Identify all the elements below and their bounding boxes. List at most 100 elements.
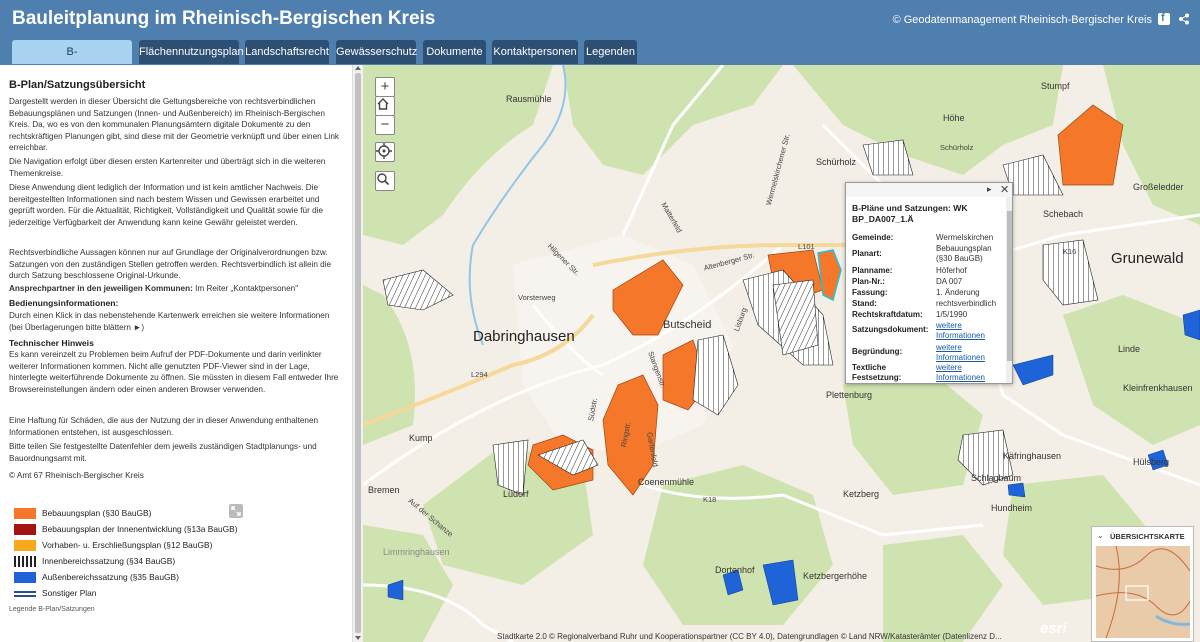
home-button[interactable] [375, 96, 395, 116]
map-label: L101 [798, 242, 815, 251]
map-label: Schlagbaum [971, 473, 1022, 483]
legend-label: Bebauungsplan der Innenentwicklung (§13a… [42, 524, 238, 534]
map-label: Großeledder [1133, 182, 1184, 192]
tab-legenden[interactable]: Legenden [584, 40, 637, 64]
legend-box: Bebauungsplan (§30 BauGB) Bebauungsplan … [7, 495, 243, 607]
map-attribution: Stadtkarte 2.0 © Regionalverband Ruhr un… [497, 632, 1002, 641]
popup-value: 1. Änderung [936, 288, 980, 297]
sidebar-scrollbar[interactable] [352, 65, 363, 642]
zoom-in-button[interactable]: + [375, 77, 395, 97]
popup-key: Stand: [852, 299, 877, 308]
scroll-down-arrow-icon[interactable] [355, 636, 361, 640]
legend-label: Bebauungsplan (§30 BauGB) [42, 508, 152, 518]
facebook-icon[interactable] [1158, 12, 1170, 25]
tab-kontaktpersonen[interactable]: Kontaktpersonen [492, 40, 578, 64]
map-label: Ketzberg [843, 489, 880, 499]
map-label: L294 [471, 370, 488, 379]
tab-landschaftsrecht[interactable]: Landschaftsrecht [245, 40, 329, 64]
tab-flaechennutzungsplan[interactable]: Flächennutzungsplan [139, 40, 244, 64]
expand-icon[interactable] [229, 504, 243, 518]
usage-paragraph: Durch einen Klick in das nebenstehende K… [9, 311, 330, 332]
usage-heading: Bedienungsinformationen: [9, 298, 119, 308]
map-label: Kleinfrenkhausen [1123, 383, 1193, 393]
popup-key: Plan-Nr.: [852, 277, 885, 286]
intro-paragraph: Dargestellt werden in dieser Übersicht d… [9, 97, 339, 153]
popup-value: DA 007 [936, 277, 963, 286]
map-label: Limmringhausen [383, 547, 450, 557]
sidebar-panel: B-Plan/Satzungsübersicht Dargestellt wer… [0, 65, 352, 642]
legend-label: Innenbereichssatzung (§34 BauGB) [42, 556, 176, 566]
legend-footer: Legende B-Plan/Satzungen [9, 606, 95, 613]
popup-key: Begründung: [852, 347, 903, 356]
map-view[interactable]: Rausmühle Wermelskirchener Str. Schürhol… [363, 65, 1200, 642]
popup-key: Planart: [852, 249, 882, 258]
search-button[interactable] [375, 171, 395, 191]
scrollbar-thumb[interactable] [355, 73, 361, 633]
feature-popup: ▸ ✕ B-Pläne und Satzungen: WK BP_DA007_1… [845, 182, 1013, 384]
overview-map[interactable] [1096, 546, 1190, 638]
map-label: Linde [1118, 344, 1141, 354]
popup-key: Rechtskraftdatum: [852, 310, 923, 319]
legend-swatch [14, 508, 36, 519]
map-label: Höhe [943, 113, 965, 123]
tech-paragraph: Es kann vereinzelt zu Problemen beim Auf… [9, 350, 339, 394]
popup-scrollbar[interactable] [1006, 197, 1012, 383]
crosshair-icon [376, 143, 392, 159]
begruendung-link[interactable]: weitere Informationen [936, 343, 1006, 363]
map-label: Hülsberg [1133, 457, 1170, 467]
popup-value: Wermelskirchen [936, 233, 994, 242]
popup-key: Textliche Festsetzung: [852, 363, 902, 382]
tab-dokumente[interactable]: Dokumente [423, 40, 486, 64]
next-feature-icon[interactable]: ▸ [987, 184, 992, 195]
legend-swatch [14, 524, 36, 535]
overview-title[interactable]: ÜBERSICHTSKARTE [1110, 532, 1185, 541]
legend-label: Außenbereichssatzung (§35 BauGB) [42, 572, 179, 582]
satzungsdokument-link[interactable]: weitere Informationen [936, 321, 1006, 341]
tab-bplan[interactable]: B-Plan/Satzungsübersicht [12, 40, 132, 82]
map-label: Schebach [1043, 209, 1084, 219]
map-label: Dabringhausen [473, 328, 575, 345]
locate-button[interactable] [375, 142, 395, 162]
share-icon[interactable] [1178, 13, 1190, 25]
popup-toolbar: ▸ ✕ [846, 183, 1012, 197]
close-icon[interactable]: ✕ [1000, 183, 1009, 196]
zoom-out-button[interactable]: − [375, 115, 395, 135]
legend-label: Sonstiger Plan [42, 588, 97, 598]
legend-swatch [14, 588, 36, 599]
map-label: Plettenburg [826, 390, 873, 400]
map-label: Schürholz [816, 157, 857, 167]
tab-gewaesserschutz[interactable]: Gewässerschutz [336, 40, 417, 64]
legal-paragraph: Rechtsverbindliche Aussagen können nur a… [9, 248, 332, 281]
scroll-up-arrow-icon[interactable] [355, 66, 361, 70]
app-header: Bauleitplanung im Rheinisch-Bergischen K… [0, 0, 1200, 40]
map-label: Lüdorf [503, 489, 529, 499]
amt-copyright: © Amt 67 Rheinisch-Bergischer Kreis [9, 471, 144, 480]
contact-label: Ansprechpartner in den jeweiligen Kommun… [9, 284, 193, 293]
legend-swatch [14, 572, 36, 583]
legend-swatch [14, 556, 36, 567]
popup-scrollbar-thumb[interactable] [1007, 211, 1012, 361]
legend-swatch [14, 540, 36, 551]
copyright-text: © Geodatenmanagement Rheinisch-Bergische… [892, 14, 1152, 26]
legend-label: Vorhaben- u. Erschließungsplan (§12 BauG… [42, 540, 213, 550]
map-label: Butscheid [663, 319, 712, 331]
map-label: Käfringhausen [1003, 451, 1062, 461]
search-icon [377, 173, 390, 186]
esri-logo: esri [1040, 620, 1067, 637]
map-label: Vorsterweg [518, 293, 556, 302]
chevron-down-icon[interactable]: ⌄ [1097, 531, 1104, 540]
popup-value: Höferhof [936, 266, 967, 275]
map-label: Dortenhof [715, 565, 755, 575]
map-label: Hundheim [991, 503, 1033, 513]
home-icon [377, 98, 389, 110]
map-label: Ketzbergerhöhe [803, 571, 868, 581]
popup-key: Planname: [852, 266, 893, 275]
map-label: Stumpf [1041, 81, 1070, 91]
map-label: Grunewald [1111, 250, 1184, 267]
popup-title: B-Pläne und Satzungen: WK BP_DA007_1.Ä [852, 203, 968, 224]
tech-heading: Technischer Hinweis [9, 338, 94, 348]
festsetzung-link[interactable]: weitere Informationen [936, 363, 1006, 383]
report-paragraph: Bitte teilen Sie festgestellte Datenfehl… [9, 442, 317, 463]
contact-text: Im Reiter „Kontaktpersonen" [192, 284, 299, 293]
popup-value: Bebauungsplan (§30 BauGB) [936, 244, 992, 263]
